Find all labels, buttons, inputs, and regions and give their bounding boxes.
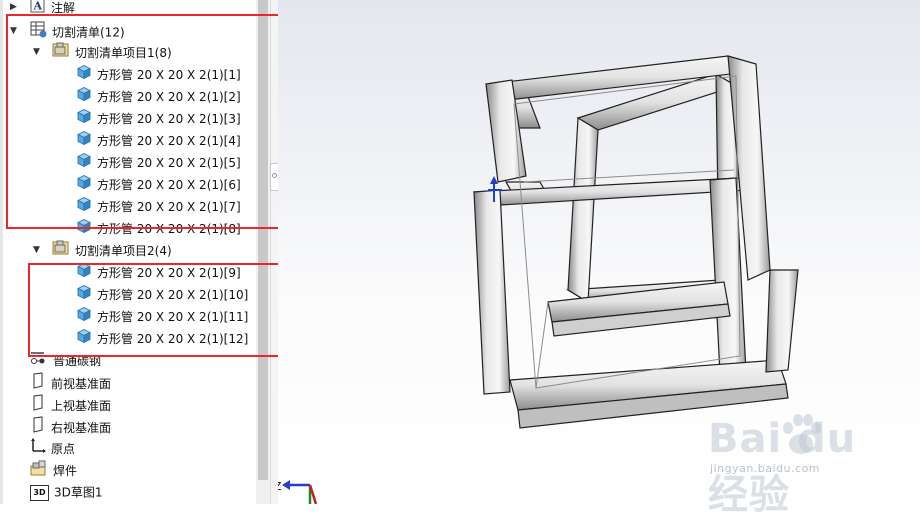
triad-z-label: Z	[278, 480, 282, 493]
tree-item-cut-list-group-2[interactable]: 切割清单项目2(4)	[52, 240, 172, 260]
origin-label: 原点	[51, 442, 76, 456]
cut-list-item-icon	[52, 240, 70, 262]
plane-icon	[30, 394, 46, 418]
collapse-group2-toggle[interactable]: ▼	[33, 240, 40, 260]
annotations-label: 注解	[51, 1, 76, 15]
plane-icon	[30, 416, 46, 440]
watermark-url: jingyan.baidu.com	[710, 462, 821, 475]
sketch-3d-label: 3D草图1	[54, 485, 103, 500]
svg-text:A: A	[33, 0, 43, 13]
view-triad-icon[interactable]: Z	[274, 480, 318, 505]
baidu-watermark: Bai du 经验 jingyan.baidu.com	[700, 400, 910, 518]
tree-left-edge	[0, 0, 3, 504]
origin-icon	[30, 438, 46, 460]
tree-item-3d-sketch[interactable]: 3D 3D草图1	[30, 482, 103, 502]
tree-item-front-plane[interactable]: 前视基准面	[30, 372, 111, 392]
weldment-icon	[30, 460, 48, 482]
sketch-3d-icon: 3D	[30, 484, 49, 501]
plane-icon	[30, 372, 46, 396]
tree-item-right-plane[interactable]: 右视基准面	[30, 416, 111, 436]
front-plane-label: 前视基准面	[51, 377, 112, 391]
weldment-label: 焊件	[53, 464, 78, 478]
right-plane-label: 右视基准面	[51, 421, 112, 435]
cut-list-group-2-label: 切割清单项目2(4)	[75, 244, 172, 258]
top-plane-label: 上视基准面	[51, 399, 112, 413]
tree-item-top-plane[interactable]: 上视基准面	[30, 394, 111, 414]
highlight-box-group-2	[28, 263, 282, 357]
tree-item-weldment[interactable]: 焊件	[30, 460, 77, 480]
tree-item-origin[interactable]: 原点	[30, 438, 75, 458]
